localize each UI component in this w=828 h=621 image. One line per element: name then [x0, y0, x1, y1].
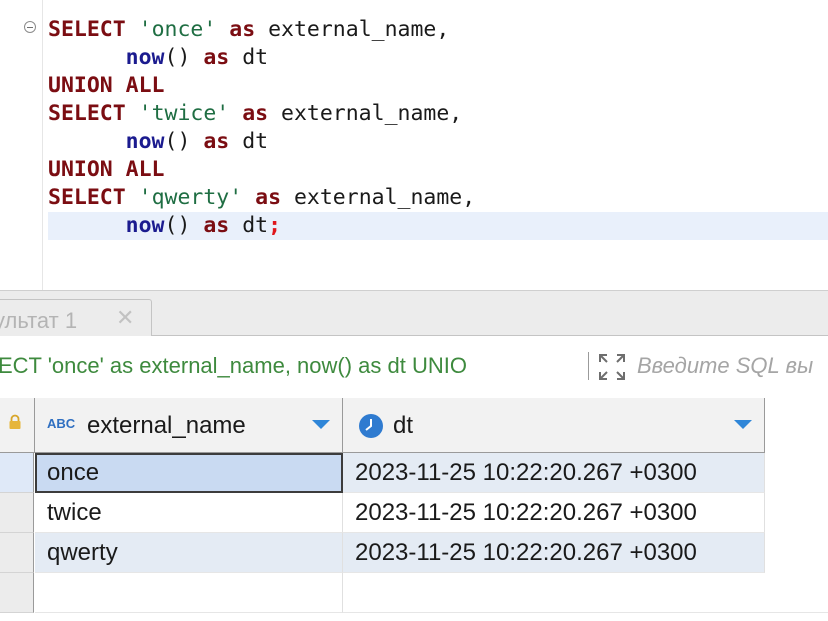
clock-icon: [359, 414, 383, 438]
sql-kw-token: as: [242, 101, 269, 126]
code-line[interactable]: UNION ALL: [48, 72, 165, 100]
chevron-down-icon[interactable]: [734, 420, 752, 429]
result-grid: ABC external_name dt once 2023-11-25 10:…: [0, 398, 828, 621]
sql-fn-token: now: [125, 45, 165, 70]
sql-token: dt: [229, 129, 269, 154]
column-header-external-name[interactable]: ABC external_name: [35, 398, 343, 453]
sql-token: (): [164, 129, 204, 154]
sql-kw-token: UNION ALL: [48, 157, 165, 182]
type-badge: ABC: [47, 416, 76, 431]
empty-cell: [35, 573, 343, 613]
column-label: dt: [393, 412, 414, 439]
abc-type-icon: ABC: [47, 416, 76, 431]
row-number: [0, 573, 34, 613]
row-number[interactable]: [0, 493, 34, 533]
sql-str-token: 'qwerty': [138, 185, 243, 210]
result-tab-label: ультат 1: [0, 308, 78, 333]
row-number[interactable]: [0, 533, 34, 573]
sql-token: (): [164, 213, 204, 238]
row-number[interactable]: [0, 453, 34, 493]
sql-kw-token: as: [203, 45, 230, 70]
sql-token: external_name,: [281, 185, 476, 210]
code-line[interactable]: now() as dt;: [48, 212, 281, 240]
chevron-down-icon[interactable]: [312, 420, 330, 429]
sql-token: dt: [229, 45, 269, 70]
sql-token: external_name,: [255, 17, 450, 42]
tab-result-1[interactable]: ультат 1 ✕: [0, 299, 152, 336]
column-header-dt[interactable]: dt: [343, 398, 765, 453]
code-line[interactable]: SELECT 'once' as external_name,: [48, 16, 449, 44]
sql-filter-input[interactable]: [637, 353, 828, 379]
sql-kw-token: SELECT: [48, 185, 126, 210]
results-panel: ультат 1 ✕ ECT 'once' as external_name, …: [0, 290, 828, 621]
sql-kw-token: as: [255, 185, 282, 210]
sql-token: (): [164, 45, 204, 70]
lock-icon: [9, 414, 21, 429]
sql-token: dt: [229, 213, 269, 238]
close-icon[interactable]: ✕: [116, 307, 134, 329]
sql-str-token: 'twice': [138, 101, 230, 126]
sql-fn-token: now: [125, 129, 165, 154]
table-cell[interactable]: once: [35, 453, 343, 493]
code-line[interactable]: UNION ALL: [48, 156, 165, 184]
code-line[interactable]: SELECT 'twice' as external_name,: [48, 100, 462, 128]
sql-semi-token: ;: [268, 213, 282, 238]
sql-kw-token: as: [229, 17, 256, 42]
code-line[interactable]: now() as dt: [48, 44, 268, 72]
sql-str-token: 'once': [138, 17, 217, 42]
table-cell[interactable]: twice: [35, 493, 343, 533]
code-line[interactable]: SELECT 'qwerty' as external_name,: [48, 184, 475, 212]
filter-separator: [588, 352, 589, 380]
editor-gutter: [0, 0, 43, 290]
sql-kw-token: UNION ALL: [48, 73, 165, 98]
sql-kw-token: SELECT: [48, 101, 126, 126]
table-cell[interactable]: qwerty: [35, 533, 343, 573]
filter-bar: ECT 'once' as external_name, now() as dt…: [0, 336, 828, 398]
sql-kw-token: as: [203, 213, 230, 238]
table-cell[interactable]: 2023-11-25 10:22:20.267 +0300: [343, 453, 765, 493]
sql-editor[interactable]: SELECT 'once' as external_name, now() as…: [0, 0, 828, 290]
collapse-minus-icon[interactable]: [24, 21, 36, 33]
table-cell[interactable]: 2023-11-25 10:22:20.267 +0300: [343, 493, 765, 533]
sql-token: external_name,: [268, 101, 463, 126]
column-label: external_name: [87, 412, 246, 439]
expand-arrows-icon[interactable]: [597, 352, 627, 382]
empty-cell: [343, 573, 828, 613]
code-line[interactable]: now() as dt: [48, 128, 268, 156]
sql-kw-token: as: [203, 129, 230, 154]
row-header-corner: [0, 398, 35, 453]
query-text: ECT 'once' as external_name, now() as dt…: [0, 353, 467, 378]
table-cell[interactable]: 2023-11-25 10:22:20.267 +0300: [343, 533, 765, 573]
sql-kw-token: SELECT: [48, 17, 126, 42]
sql-fn-token: now: [125, 213, 165, 238]
